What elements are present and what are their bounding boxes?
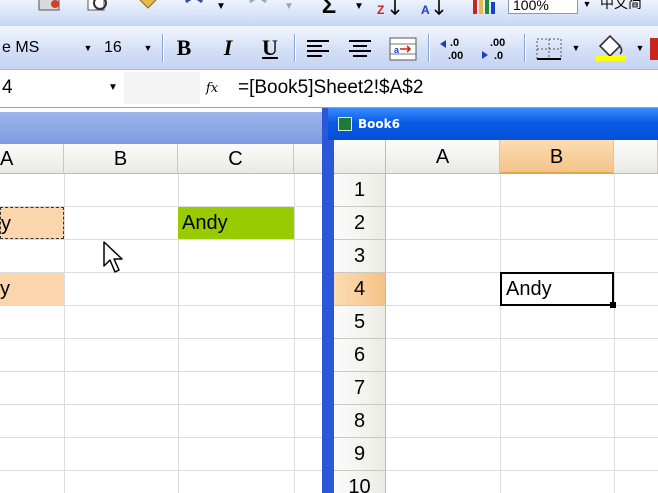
font-size-combobox[interactable]: 16: [104, 36, 140, 60]
zoom-dropdown-arrow-icon[interactable]: ▼: [580, 0, 594, 12]
undo-icon[interactable]: [182, 0, 208, 18]
toolbar-separator: [524, 34, 526, 62]
column-header-a[interactable]: A: [386, 140, 500, 174]
left-window-titlebar[interactable]: [0, 112, 328, 144]
zoom-value: 100%: [513, 0, 549, 13]
merge-and-center-icon[interactable]: a: [388, 36, 418, 62]
grid-line: [386, 371, 658, 372]
row-header-4-active[interactable]: 4: [334, 273, 386, 306]
grid-line: [0, 338, 328, 339]
formula-bar-gap: [124, 72, 200, 104]
formula-bar: 4 ▼ fx =[Book5]Sheet2!$A$2: [0, 70, 658, 108]
redo-dropdown-arrow-icon[interactable]: ▼: [282, 0, 296, 14]
grid-line: [386, 404, 658, 405]
excel-workbook-icon: [338, 117, 352, 131]
row-header-1[interactable]: 1: [334, 174, 386, 207]
zoom-combobox[interactable]: 100%: [508, 0, 578, 14]
name-box-dropdown-arrow-icon[interactable]: ▼: [104, 74, 122, 102]
row-header-6[interactable]: 6: [334, 339, 386, 372]
grid-line: [0, 371, 328, 372]
grid-line: [0, 404, 328, 405]
column-header-c[interactable]: C: [178, 144, 294, 174]
autosum-icon[interactable]: Σ: [318, 0, 340, 20]
increase-decimal-icon[interactable]: .0 .00: [438, 34, 474, 62]
grid-line: [614, 174, 615, 493]
grid-line: [386, 338, 658, 339]
book6-titlebar[interactable]: Book6: [328, 108, 658, 140]
bold-button[interactable]: B: [170, 34, 198, 62]
cell-a-row2-copy-marquee[interactable]: y: [0, 207, 64, 239]
svg-text:A: A: [421, 3, 430, 17]
autosum-dropdown-arrow-icon[interactable]: ▼: [352, 0, 366, 14]
svg-text:.0: .0: [450, 37, 459, 49]
toolbar-separator: [162, 34, 164, 62]
grid-line: [0, 470, 328, 471]
grid-line: [294, 174, 295, 493]
redo-icon[interactable]: [246, 0, 272, 18]
font-name-dropdown-arrow-icon[interactable]: ▼: [82, 36, 94, 60]
row-header-5[interactable]: 5: [334, 306, 386, 339]
font-color-icon[interactable]: [650, 38, 658, 60]
toolbar-separator: [294, 34, 296, 62]
formula-input[interactable]: =[Book5]Sheet2!$A$2: [238, 74, 423, 102]
grid-line: [386, 239, 658, 240]
svg-text:.0: .0: [494, 50, 503, 62]
column-header-b-active[interactable]: B: [500, 140, 614, 174]
row-header-3[interactable]: 3: [334, 240, 386, 273]
borders-icon[interactable]: [534, 36, 564, 62]
row-header-2[interactable]: 2: [334, 207, 386, 240]
mouse-pointer-icon: [103, 241, 123, 273]
column-header-c[interactable]: [614, 140, 658, 174]
align-center-icon[interactable]: [346, 38, 374, 60]
grid-line: [0, 239, 328, 240]
column-header-a[interactable]: A: [0, 144, 64, 174]
row-header-9[interactable]: 9: [334, 438, 386, 471]
research-icon[interactable]: [134, 0, 160, 18]
name-box[interactable]: 4: [0, 74, 104, 102]
sort-ascending-icon[interactable]: Z: [376, 0, 402, 18]
svg-text:Z: Z: [377, 3, 384, 17]
undo-dropdown-arrow-icon[interactable]: ▼: [214, 0, 228, 14]
left-column-header-row: A B C: [0, 144, 328, 174]
grid-line: [64, 174, 65, 493]
grid-line: [386, 437, 658, 438]
svg-text:.00: .00: [448, 50, 463, 62]
decrease-decimal-icon[interactable]: .00 .0: [480, 34, 516, 62]
row-header-8[interactable]: 8: [334, 405, 386, 438]
fill-color-dropdown-arrow-icon[interactable]: ▼: [634, 36, 646, 60]
sort-descending-icon[interactable]: A: [420, 0, 446, 18]
book6-workbook-window: Book6 A B 1 2 3 4 5 6 7 8 9 10 Andy: [328, 108, 658, 493]
toolbar-separator: [428, 34, 430, 62]
select-all-corner[interactable]: [334, 140, 386, 174]
cell-a-row4[interactable]: y: [0, 273, 64, 305]
font-size-dropdown-arrow-icon[interactable]: ▼: [142, 36, 154, 60]
row-header-7[interactable]: 7: [334, 372, 386, 405]
grid-line: [386, 470, 658, 471]
row-header-10[interactable]: 10: [334, 471, 386, 493]
grid-line: [0, 437, 328, 438]
language-label[interactable]: 中文简: [600, 0, 642, 12]
print-preview-icon[interactable]: [86, 0, 112, 18]
column-header-b[interactable]: B: [64, 144, 178, 174]
borders-dropdown-arrow-icon[interactable]: ▼: [570, 36, 582, 60]
print-icon[interactable]: [36, 0, 62, 18]
formatting-toolbar: e MS ▼ 16 ▼ B I U a .0 .00 .00 .0 ▼ ▼: [0, 26, 658, 70]
insert-function-icon[interactable]: fx: [202, 76, 222, 102]
fill-handle[interactable]: [610, 302, 616, 308]
cell-c-row2[interactable]: Andy: [178, 207, 294, 239]
grid-line: [500, 174, 501, 493]
chart-wizard-icon[interactable]: [470, 0, 496, 18]
grid-line: [0, 305, 328, 306]
italic-button[interactable]: I: [214, 34, 242, 62]
underline-button[interactable]: U: [256, 34, 284, 62]
svg-text:.00: .00: [490, 37, 505, 49]
fill-color-icon[interactable]: [594, 32, 628, 62]
book6-title: Book6: [358, 117, 400, 131]
standard-toolbar: ▼ ▼ Σ ▼ Z A 100% ▼ 中文简: [0, 0, 658, 26]
left-workbook-window: A B C y Andy y: [0, 108, 328, 493]
cell-b4-active[interactable]: Andy: [500, 272, 614, 306]
align-left-icon[interactable]: [304, 38, 332, 60]
grid-line: [386, 206, 658, 207]
